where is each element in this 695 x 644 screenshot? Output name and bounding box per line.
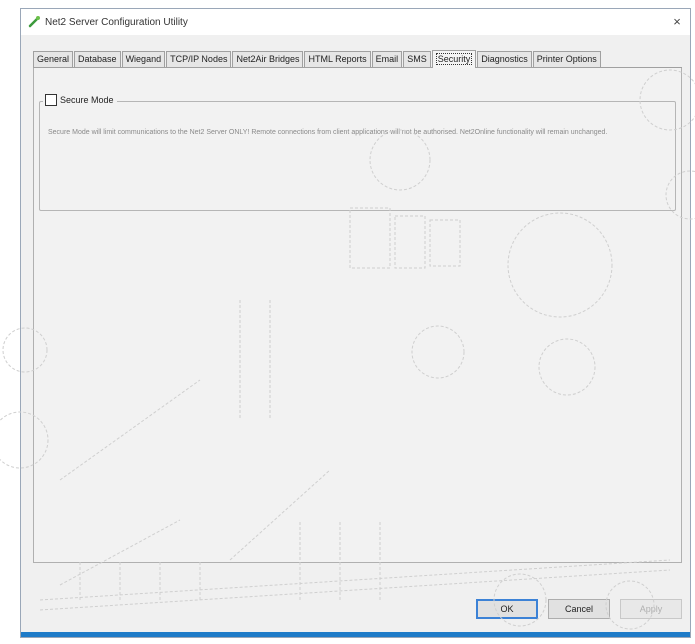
tab-label: Database [78, 54, 117, 64]
tab-database[interactable]: Database [74, 51, 121, 67]
tab-security[interactable]: Security [431, 50, 477, 68]
tab-printer-options[interactable]: Printer Options [532, 51, 601, 67]
tab-label: Diagnostics [481, 54, 528, 64]
secure-mode-label: Secure Mode [60, 95, 114, 105]
secure-mode-description: Secure Mode will limit communications to… [48, 129, 608, 136]
tab-diagnostics[interactable]: Diagnostics [477, 51, 532, 67]
title-bar: Net2 Server Configuration Utility × [21, 9, 690, 35]
tab-html-reports[interactable]: HTML Reports [304, 51, 371, 67]
tab-label: HTML Reports [308, 54, 367, 64]
tab-label: Net2Air Bridges [236, 54, 300, 64]
tab-net2air-bridges[interactable]: Net2Air Bridges [232, 51, 304, 67]
tab-label: Security [435, 53, 473, 65]
tab-tcp-ip-nodes[interactable]: TCP/IP Nodes [166, 51, 232, 67]
net2-app-icon [27, 15, 41, 29]
window-bottom-accent [21, 632, 690, 637]
tab-label: Printer Options [536, 54, 597, 64]
tab-sms[interactable]: SMS [403, 51, 431, 67]
tab-label: Email [375, 54, 399, 64]
secure-mode-groupbox: Secure Mode Secure Mode will limit commu… [39, 94, 676, 211]
tab-label: SMS [407, 54, 427, 64]
ok-button[interactable]: OK [476, 599, 538, 619]
apply-button[interactable]: Apply [620, 599, 682, 619]
dialog-buttons: OK Cancel Apply [466, 599, 682, 619]
tab-label: General [37, 54, 70, 64]
secure-mode-option[interactable]: Secure Mode [43, 94, 117, 106]
window-title: Net2 Server Configuration Utility [45, 16, 188, 28]
tab-wiegand[interactable]: Wiegand [121, 51, 166, 67]
configuration-window: Net2 Server Configuration Utility × Gene… [20, 8, 691, 638]
tab-label: TCP/IP Nodes [170, 54, 228, 64]
secure-mode-checkbox[interactable] [45, 94, 57, 106]
security-tab-panel: Secure Mode Secure Mode will limit commu… [33, 68, 682, 563]
tab-email[interactable]: Email [371, 51, 403, 67]
tab-general[interactable]: General [33, 51, 74, 67]
tab-label: Wiegand [125, 54, 162, 64]
tab-strip: General Database Wiegand TCP/IP Nodes Net2Ai… [33, 49, 682, 68]
close-icon[interactable]: × [666, 11, 688, 33]
cancel-button[interactable]: Cancel [548, 599, 610, 619]
